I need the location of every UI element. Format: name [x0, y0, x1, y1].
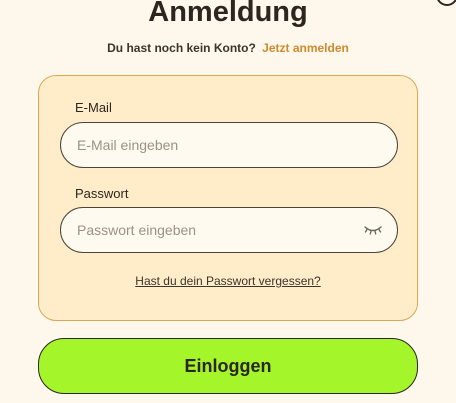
page-title: Anmeldung — [148, 0, 308, 28]
password-input[interactable] — [77, 208, 357, 252]
login-form: E-Mail Passwort Hast du dein Passwort ve… — [38, 75, 418, 321]
eye-closed-icon[interactable] — [363, 223, 383, 237]
password-field-wrapper — [60, 207, 398, 253]
signup-link[interactable]: Jetzt anmelden — [262, 41, 349, 55]
password-label: Passwort — [75, 186, 129, 201]
email-field-wrapper — [60, 122, 398, 168]
login-button[interactable]: Einloggen — [38, 338, 418, 394]
signup-prompt-text: Du hast noch kein Konto? — [107, 41, 256, 55]
email-input[interactable] — [77, 123, 357, 167]
forgot-password-link[interactable]: Hast du dein Passwort vergessen? — [135, 274, 320, 288]
email-label: E-Mail — [75, 100, 112, 115]
forgot-password-row: Hast du dein Passwort vergessen? — [39, 274, 417, 288]
signup-prompt: Du hast noch kein Konto? Jetzt anmelden — [0, 41, 456, 55]
